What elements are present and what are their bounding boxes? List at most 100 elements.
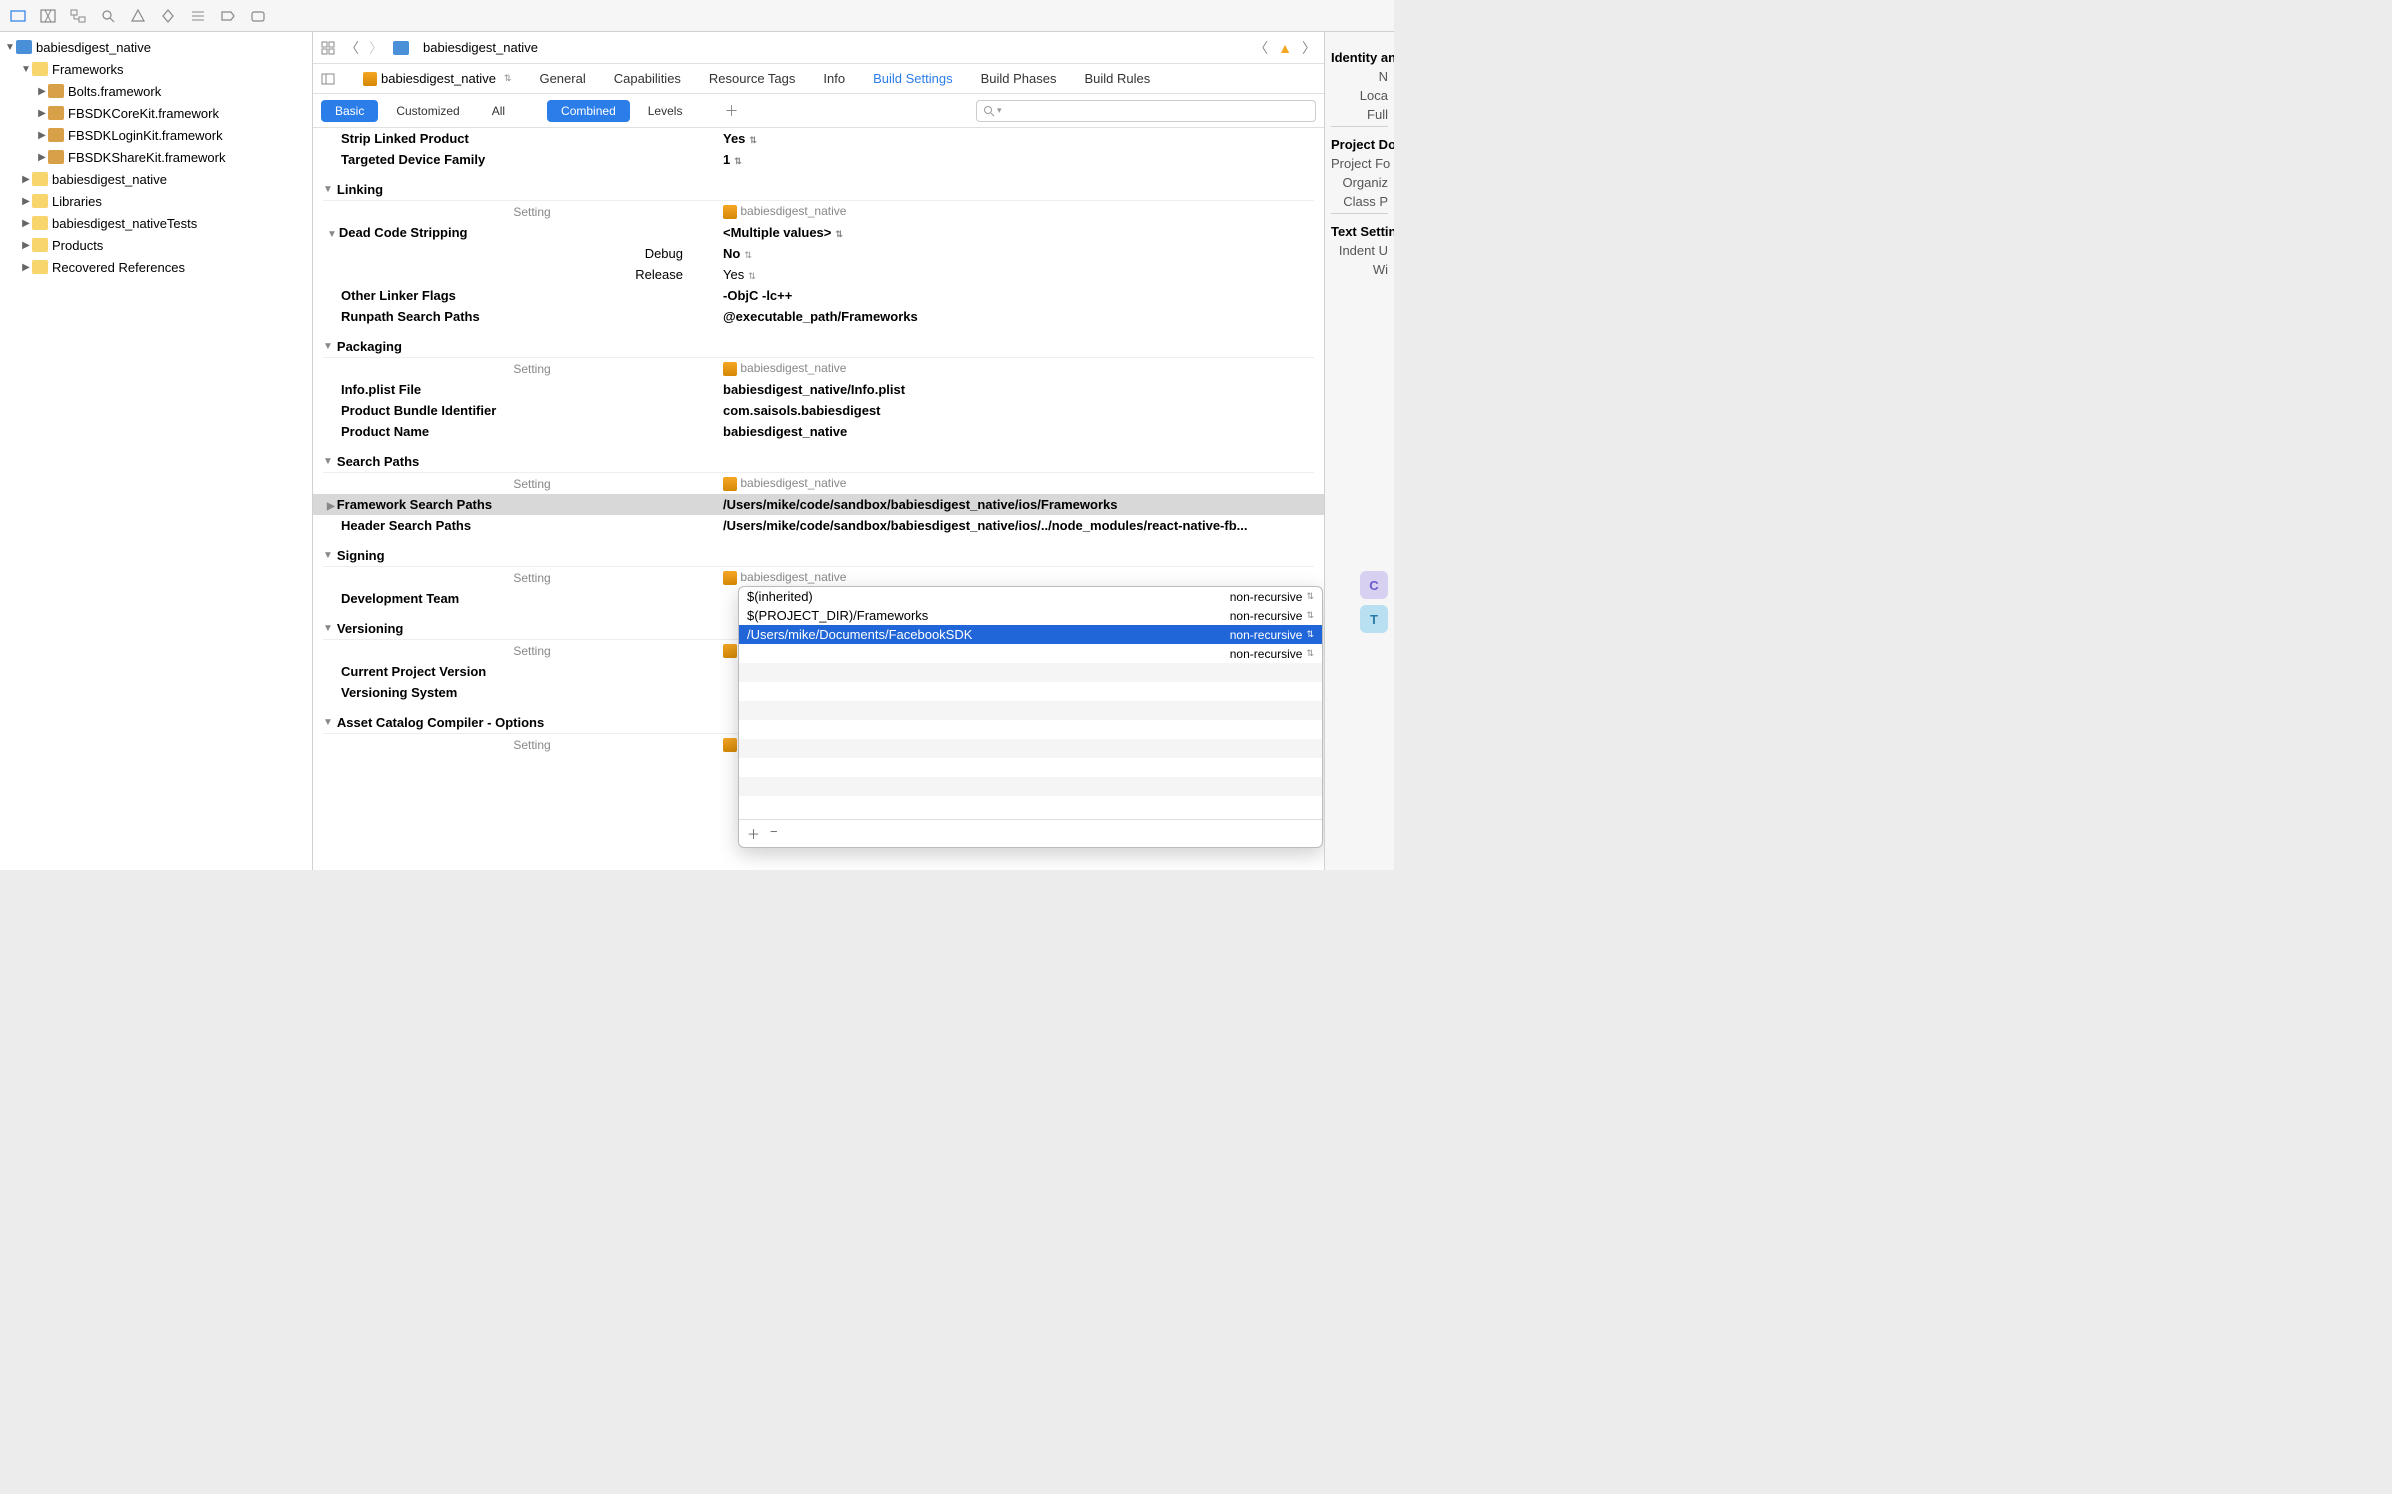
disclosure-down-icon[interactable]: ▼: [323, 456, 333, 467]
folder-recovered[interactable]: ▶ Recovered References: [0, 256, 312, 278]
add-path-icon[interactable]: ＋: [747, 824, 760, 843]
popup-list[interactable]: $(inherited) non-recursive ⇅ $(PROJECT_D…: [739, 587, 1322, 815]
disclosure-right-icon[interactable]: ▶: [36, 130, 48, 141]
folder-app[interactable]: ▶ babiesdigest_native: [0, 168, 312, 190]
setting-product-name[interactable]: Product Name babiesdigest_native: [323, 421, 1314, 442]
disclosure-right-icon[interactable]: ▶: [20, 196, 32, 207]
setting-strip-linked[interactable]: Strip Linked Product Yes⇅: [323, 128, 1314, 149]
popup-row[interactable]: $(PROJECT_DIR)/Frameworks non-recursive …: [739, 606, 1322, 625]
setting-dead-code[interactable]: ▼Dead Code Stripping <Multiple values>⇅: [323, 222, 1314, 243]
disclosure-right-icon[interactable]: ▶: [36, 86, 48, 97]
tab-capabilities[interactable]: Capabilities: [614, 67, 681, 90]
warning-icon[interactable]: [130, 8, 146, 24]
file-bolts[interactable]: ▶ Bolts.framework: [0, 80, 312, 102]
disclosure-down-icon[interactable]: ▼: [323, 550, 333, 561]
folder-icon: [32, 194, 48, 208]
tab-info[interactable]: Info: [823, 67, 845, 90]
search-icon: [983, 105, 995, 117]
setting-targeted-device[interactable]: Targeted Device Family 1⇅: [323, 149, 1314, 170]
filter-levels[interactable]: Levels: [634, 100, 697, 122]
file-fbcorekit[interactable]: ▶ FBSDKCoreKit.framework: [0, 102, 312, 124]
prev-issue-icon[interactable]: 〈: [1254, 38, 1268, 58]
symbol-navigator-icon[interactable]: [40, 8, 56, 24]
setting-release[interactable]: Release Yes⇅: [323, 264, 1314, 285]
folder-navigator-icon[interactable]: [10, 8, 26, 24]
setting-framework-search[interactable]: ▶Framework Search Paths /Users/mike/code…: [313, 494, 1324, 515]
folder-frameworks[interactable]: ▼ Frameworks: [0, 58, 312, 80]
setting-header-search[interactable]: Header Search Paths /Users/mike/code/san…: [323, 515, 1314, 536]
tab-general[interactable]: General: [539, 67, 585, 90]
disclosure-right-icon[interactable]: ▶: [20, 240, 32, 251]
settings-search[interactable]: ▾: [976, 100, 1316, 122]
disclosure-down-icon[interactable]: ▼: [4, 42, 16, 53]
filter-combined[interactable]: Combined: [547, 100, 630, 122]
setting-infoplist[interactable]: Info.plist File babiesdigest_native/Info…: [323, 379, 1314, 400]
issue-warning-icon[interactable]: ▲: [1278, 40, 1292, 56]
breadcrumb-title[interactable]: babiesdigest_native: [423, 40, 538, 55]
debug-icon[interactable]: [190, 8, 206, 24]
library-text-icon[interactable]: T: [1360, 605, 1388, 633]
disclosure-down-icon[interactable]: ▼: [20, 64, 32, 75]
disclosure-right-icon[interactable]: ▶: [36, 152, 48, 163]
disclosure-down-icon[interactable]: ▼: [323, 717, 333, 728]
report-icon[interactable]: [250, 8, 266, 24]
disclosure-right-icon[interactable]: ▶: [36, 108, 48, 119]
setting-debug[interactable]: Debug No⇅: [323, 243, 1314, 264]
disclosure-down-icon[interactable]: ▼: [323, 341, 333, 352]
updown-icon[interactable]: ⇅: [1306, 591, 1314, 602]
popup-row-selected[interactable]: /Users/mike/Documents/FacebookSDK non-re…: [739, 625, 1322, 644]
filter-all[interactable]: All: [478, 100, 519, 122]
folder-icon: [32, 260, 48, 274]
updown-icon[interactable]: ⇅: [1306, 610, 1314, 621]
file-fbsharekit[interactable]: ▶ FBSDKShareKit.framework: [0, 146, 312, 168]
search-icon[interactable]: [100, 8, 116, 24]
popup-row[interactable]: $(inherited) non-recursive ⇅: [739, 587, 1322, 606]
folder-tests[interactable]: ▶ babiesdigest_nativeTests: [0, 212, 312, 234]
file-fbloginkit[interactable]: ▶ FBSDKLoginKit.framework: [0, 124, 312, 146]
folder-libraries[interactable]: ▶ Libraries: [0, 190, 312, 212]
disclosure-right-icon[interactable]: ▶: [20, 174, 32, 185]
section-packaging[interactable]: ▼ Packaging: [323, 337, 1314, 358]
folder-products[interactable]: ▶ Products: [0, 234, 312, 256]
filter-basic[interactable]: Basic: [321, 100, 378, 122]
updown-icon[interactable]: ⇅: [1306, 629, 1314, 640]
filter-customized[interactable]: Customized: [382, 100, 473, 122]
disclosure-right-icon[interactable]: ▶: [20, 262, 32, 273]
settings-list[interactable]: Strip Linked Product Yes⇅ Targeted Devic…: [313, 128, 1324, 870]
inspector-project-header: Project Do: [1331, 137, 1388, 152]
search-paths-popover[interactable]: $(inherited) non-recursive ⇅ $(PROJECT_D…: [738, 586, 1323, 848]
section-signing[interactable]: ▼ Signing: [323, 546, 1314, 567]
setting-other-linker[interactable]: Other Linker Flags -ObjC -lc++: [323, 285, 1314, 306]
tab-build-phases[interactable]: Build Phases: [981, 67, 1057, 90]
back-icon[interactable]: 〈: [345, 38, 359, 58]
target-selector[interactable]: babiesdigest_native ⇅: [363, 71, 511, 86]
remove-path-icon[interactable]: −: [770, 824, 778, 843]
breadcrumb-bar: 〈 〉 babiesdigest_native 〈 ▲ 〉: [313, 32, 1324, 64]
section-linking[interactable]: ▼ Linking: [323, 180, 1314, 201]
popup-row[interactable]: non-recursive ⇅: [739, 644, 1322, 663]
setting-bundle-id[interactable]: Product Bundle Identifier com.saisols.ba…: [323, 400, 1314, 421]
sidebar-toggle-icon[interactable]: [321, 72, 335, 86]
next-issue-icon[interactable]: 〉: [1302, 38, 1316, 58]
add-setting-icon[interactable]: ＋: [724, 101, 738, 121]
column-header-row: Setting babiesdigest_native: [323, 201, 1314, 222]
disclosure-right-icon[interactable]: ▶: [20, 218, 32, 229]
updown-icon[interactable]: ⇅: [1306, 648, 1314, 659]
disclosure-down-icon[interactable]: ▼: [323, 623, 333, 634]
section-search-paths[interactable]: ▼ Search Paths: [323, 452, 1314, 473]
tab-build-rules[interactable]: Build Rules: [1084, 67, 1150, 90]
source-control-icon[interactable]: [70, 8, 86, 24]
inspector-identity-header: Identity and: [1331, 50, 1388, 65]
library-class-icon[interactable]: C: [1360, 571, 1388, 599]
breakpoint-icon[interactable]: [220, 8, 236, 24]
forward-icon[interactable]: 〉: [369, 38, 383, 58]
tab-build-settings[interactable]: Build Settings: [873, 67, 953, 90]
disclosure-down-icon[interactable]: ▼: [323, 184, 333, 195]
test-icon[interactable]: [160, 8, 176, 24]
setting-runpath[interactable]: Runpath Search Paths @executable_path/Fr…: [323, 306, 1314, 327]
related-items-icon[interactable]: [321, 41, 335, 55]
project-root[interactable]: ▼ babiesdigest_native: [0, 36, 312, 58]
column-header-row: Setting babiesdigest_native: [323, 473, 1314, 494]
tab-resource-tags[interactable]: Resource Tags: [709, 67, 795, 90]
framework-icon: [48, 106, 64, 120]
